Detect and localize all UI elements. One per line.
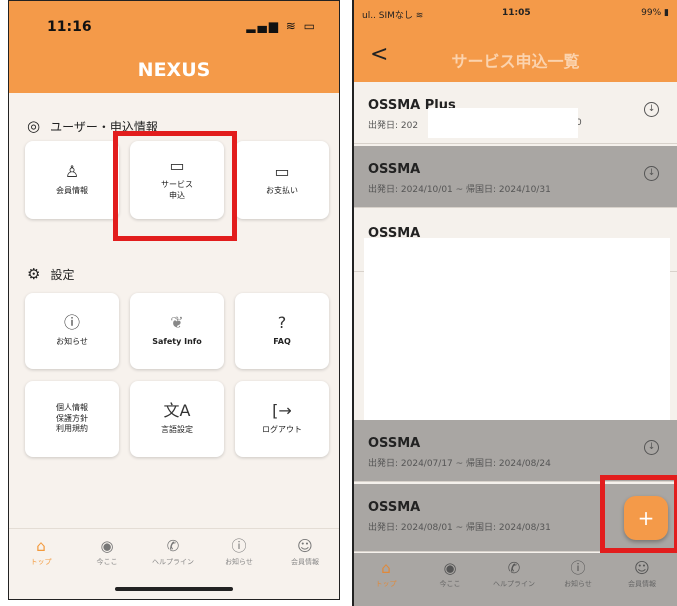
gear-icon: ⚙ (27, 265, 41, 283)
tab-news[interactable]: ⓘ お知らせ (209, 539, 269, 567)
card-icon: ▭ (274, 161, 290, 181)
tab-label: ヘルプライン (152, 558, 194, 566)
status-time: 11:05 (502, 8, 531, 18)
app-header: ul.. SIMなし ≋ 11:05 99% ▮ < サービス申込一覧 (354, 0, 677, 82)
phone-icon: ✆ (507, 559, 521, 577)
info-icon: ⓘ (570, 559, 586, 577)
tab-label: 会員情報 (628, 580, 656, 588)
card-label: Safety Info (152, 336, 202, 346)
tab-now-here[interactable]: ◉ 今ここ (77, 539, 137, 567)
tab-label: トップ (30, 558, 52, 566)
phone-icon: ✆ (166, 537, 180, 555)
question-icon: ? (277, 312, 287, 332)
status-battery: 99% ▮ (641, 8, 669, 18)
brand-title: NEXUS (137, 59, 211, 81)
card-label: 会員情報 (56, 185, 88, 195)
location-icon: ◉ (443, 559, 457, 577)
tab-helpline[interactable]: ✆ ヘルプライン (143, 539, 203, 567)
card-label: 言語設定 (161, 424, 193, 434)
status-time: 11:16 (47, 19, 92, 35)
logout-card[interactable]: [→ ログアウト (235, 381, 329, 457)
app-header: 11:16 ▂▄▆ ≋ ▭ NEXUS (9, 1, 339, 93)
member-info-card[interactable]: ♙ 会員情報 (25, 141, 119, 219)
highlight-box (113, 131, 237, 241)
service-dates: 出発日: 2024/08/01 ~ 帰国日: 2024/08/31 (368, 523, 551, 533)
redaction-mask (364, 238, 670, 430)
home-indicator (115, 587, 233, 591)
service-dates: 出発日: 202 (368, 121, 419, 131)
chevron-down-icon[interactable]: ↓ (644, 102, 659, 117)
tab-news[interactable]: ⓘ お知らせ (548, 561, 608, 589)
service-dates: 出発日: 2024/07/17 ~ 帰国日: 2024/08/24 (368, 459, 551, 469)
status-carrier: ul.. SIMなし ≋ (362, 11, 424, 21)
account-icon: ☺ (297, 537, 313, 555)
tab-label: 会員情報 (291, 558, 319, 566)
payment-card[interactable]: ▭ お支払い (235, 141, 329, 219)
info-icon: ⓘ (63, 312, 80, 332)
card-label: 個人情報 保護方針 利用規約 (56, 402, 88, 434)
home-icon: ⌂ (36, 537, 46, 555)
tab-label: 今ここ (439, 580, 461, 588)
service-name: OSSMA (368, 162, 421, 177)
redaction-mask (428, 108, 578, 138)
faq-card[interactable]: ? FAQ (235, 293, 329, 369)
chevron-down-icon[interactable]: ↓ (644, 440, 659, 455)
section-title: 設定 (50, 267, 75, 282)
service-name: OSSMA (368, 500, 421, 515)
tab-top[interactable]: ⌂ トップ (356, 561, 416, 589)
bottom-tab-bar: ⌂ トップ ◉ 今ここ ✆ ヘルプライン ⓘ お知らせ ☺ 会員情報 (354, 553, 677, 606)
language-card[interactable]: 文A 言語設定 (130, 381, 224, 457)
tab-now-here[interactable]: ◉ 今ここ (420, 561, 480, 589)
status-icons: ▂▄▆ ≋ ▭ (246, 19, 317, 33)
safety-info-card[interactable]: ❦ Safety Info (130, 293, 224, 369)
tab-top[interactable]: ⌂ トップ (11, 539, 71, 567)
service-dates: 出発日: 2024/10/01 ~ 帰国日: 2024/10/31 (368, 185, 551, 195)
tab-label: お知らせ (564, 580, 592, 588)
tab-member[interactable]: ☺ 会員情報 (612, 561, 672, 589)
card-label: お知らせ (56, 336, 88, 346)
user-circle-icon: ◎ (27, 117, 41, 135)
page-title: サービス申込一覧 (451, 52, 580, 71)
person-icon: ♙ (64, 161, 80, 181)
card-label: ログアウト (262, 424, 302, 434)
account-icon: ☺ (634, 559, 650, 577)
card-label: お支払い (266, 185, 298, 195)
translate-icon: 文A (163, 400, 191, 420)
location-icon: ◉ (100, 537, 114, 555)
tab-member[interactable]: ☺ 会員情報 (275, 539, 335, 567)
info-icon: ⓘ (231, 537, 247, 555)
service-name: OSSMA (368, 436, 421, 451)
tab-label: ヘルプライン (493, 580, 535, 588)
list-item[interactable]: OSSMA 出発日: 2024/07/17 ~ 帰国日: 2024/08/24 … (354, 420, 677, 482)
section-settings: ⚙ 設定 (27, 265, 74, 283)
tab-label: 今ここ (96, 558, 118, 566)
right-phone-screen: ul.. SIMなし ≋ 11:05 99% ▮ < サービス申込一覧 OSSM… (352, 0, 677, 606)
card-label: FAQ (273, 336, 291, 346)
tab-label: トップ (375, 580, 397, 588)
highlight-box (600, 475, 677, 553)
privacy-terms-card[interactable]: 個人情報 保護方針 利用規約 (25, 381, 119, 457)
hands-icon: ❦ (170, 312, 184, 332)
home-icon: ⌂ (381, 559, 391, 577)
logout-icon: [→ (272, 400, 292, 420)
news-card[interactable]: ⓘ お知らせ (25, 293, 119, 369)
tab-label: お知らせ (225, 558, 253, 566)
list-item[interactable]: OSSMA 出発日: 2024/10/01 ~ 帰国日: 2024/10/31 … (354, 146, 677, 208)
chevron-down-icon[interactable]: ↓ (644, 166, 659, 181)
left-phone-screen: 11:16 ▂▄▆ ≋ ▭ NEXUS ◎ ユーザー・申込情報 ♙ 会員情報 ▭… (8, 0, 340, 600)
tab-helpline[interactable]: ✆ ヘルプライン (484, 561, 544, 589)
